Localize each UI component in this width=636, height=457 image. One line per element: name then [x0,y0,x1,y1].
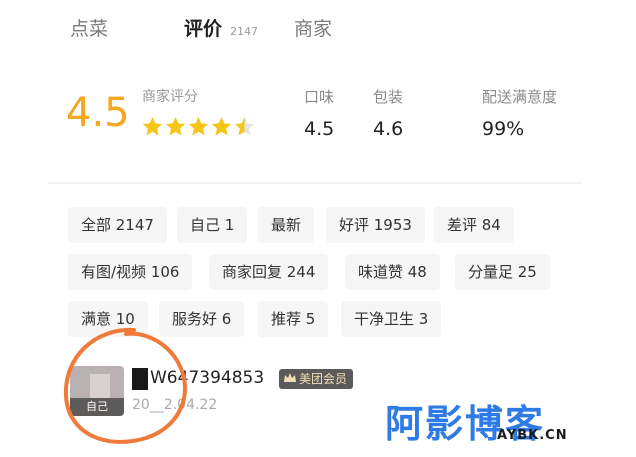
tag-generous-portion[interactable]: 分量足 25 [455,254,550,290]
tab-reviews[interactable]: 评价 [184,14,222,41]
delivery-score: 99% [482,118,525,140]
tag-all[interactable]: 全部 2147 [68,207,167,243]
site-watermark: 阿影博客 AYBK.CN [385,393,625,453]
section-divider [48,182,582,184]
tag-latest[interactable]: 最新 [258,207,315,243]
tag-positive[interactable]: 好评 1953 [326,207,425,243]
taste-label: 口味 [304,88,335,106]
star-icon [142,117,163,136]
tab-reviews-count: 2147 [230,25,258,38]
review-panel: 点菜 评价 2147 商家 4.5 商家评分 口味 4.5 包装 4.6 配送满… [48,0,582,457]
merchant-rating-label: 商家评分 [142,89,198,105]
watermark-domain: AYBK.CN [497,428,568,443]
delivery-label: 配送满意度 [482,88,558,106]
star-icon [211,117,232,136]
hand-drawn-circle-annotation [63,327,187,444]
tab-merchant[interactable]: 商家 [294,14,332,41]
tag-mine[interactable]: 自己 1 [177,207,248,243]
tab-order[interactable]: 点菜 [70,14,108,41]
taste-score: 4.5 [304,118,335,140]
star-icon [165,117,186,136]
rating-summary: 4.5 商家评分 口味 4.5 包装 4.6 配送满意度 99% [48,62,582,177]
tag-clean[interactable]: 干净卫生 3 [341,301,442,337]
star-icon [188,117,209,136]
packaging-score: 4.6 [373,118,404,140]
crown-icon [284,373,296,382]
tab-bar: 点菜 评价 2147 商家 [48,0,582,50]
packaging-label: 包装 [373,88,404,106]
member-badge-label: 美团会员 [299,372,348,386]
tag-recommend[interactable]: 推荐 5 [258,301,329,337]
tag-negative[interactable]: 差评 84 [434,207,514,243]
tag-tasty[interactable]: 味道赞 48 [345,254,440,290]
tag-with-media[interactable]: 有图/视频 106 [68,254,193,290]
overall-score: 4.5 [66,90,130,136]
tag-merchant-reply[interactable]: 商家回复 244 [209,254,329,290]
member-badge: 美团会员 [279,369,354,389]
star-icon [234,117,255,136]
